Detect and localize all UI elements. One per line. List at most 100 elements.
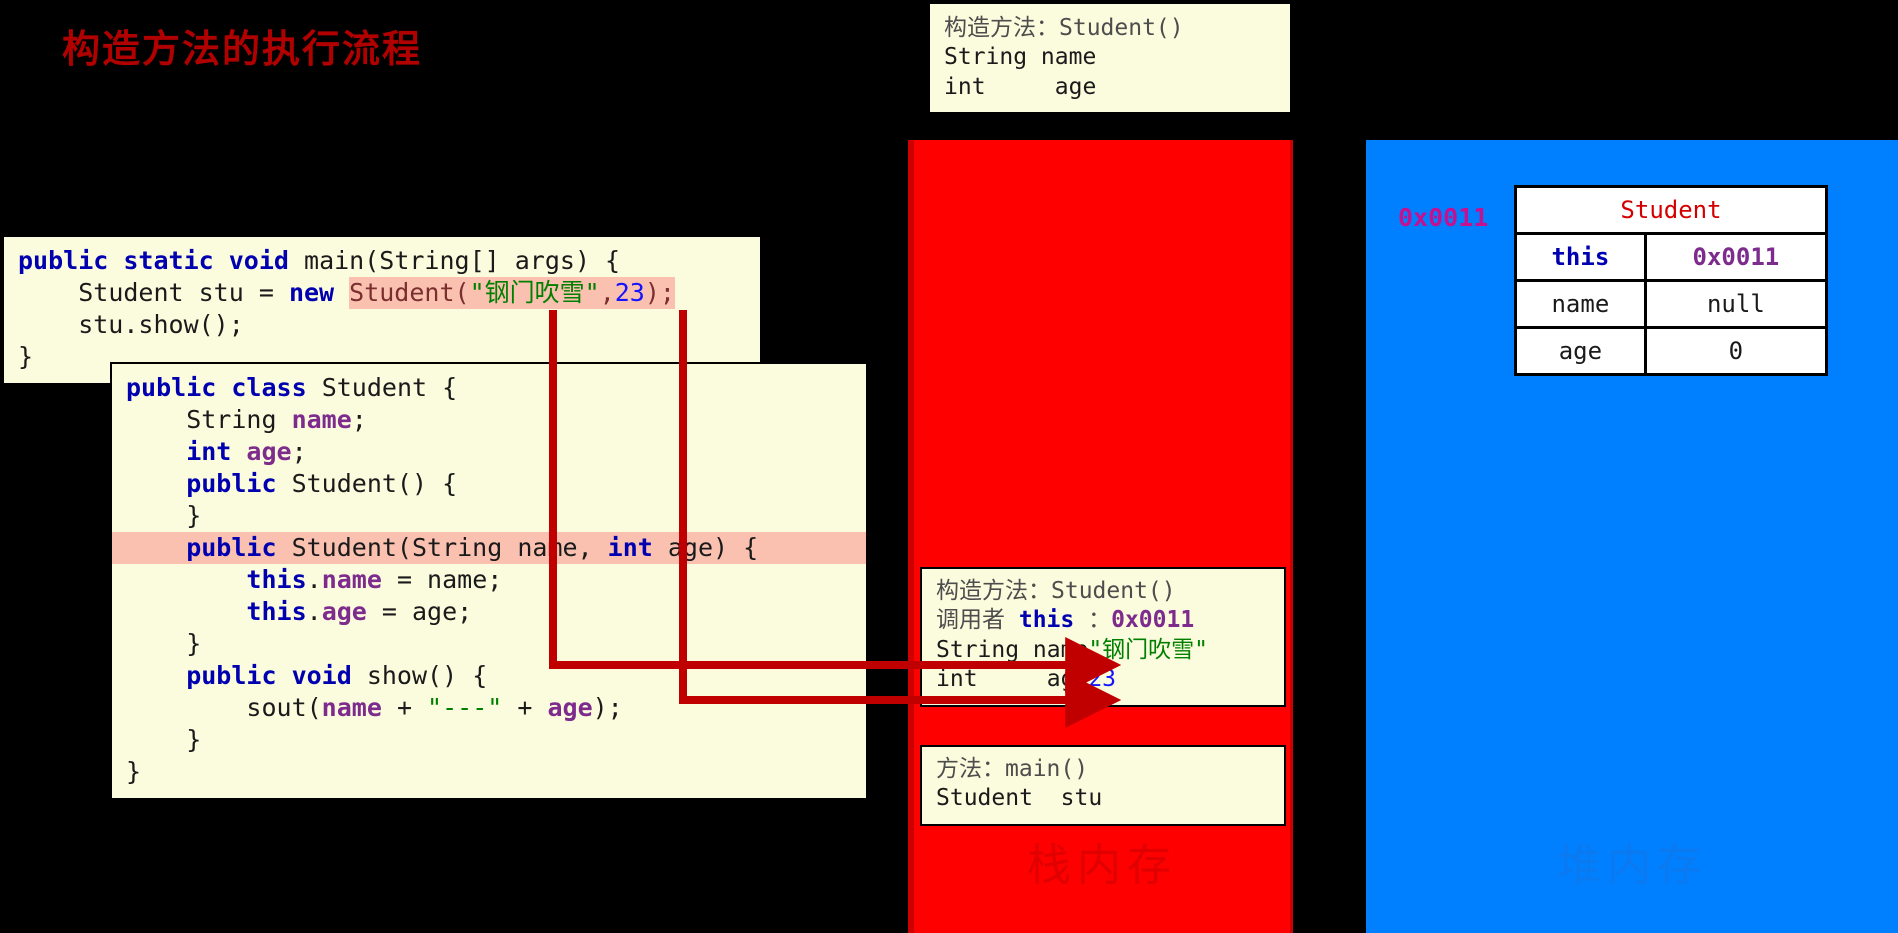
kw-public: public [18,246,109,275]
heap-object-type: Student [1514,185,1828,235]
field-age: age [321,597,367,626]
plus: + [381,693,428,722]
kw-static: static [123,246,214,275]
kw-class: class [231,373,307,402]
class-name: Student { [306,373,458,402]
param-ctor-signature: Student(String name, [276,533,608,562]
student-code-line-8: this.age = age; [126,596,852,628]
caller-this-keyword: this [1018,607,1075,634]
table-row-header: Student [1514,185,1828,235]
student-code-line-13: } [126,757,142,786]
kw-public: public [126,661,277,690]
student-code-line-7: this.name = name; [126,564,852,596]
separator-string: "---" [427,693,503,722]
method-area-line-name: String name [944,44,1097,71]
heap-field-key-name: name [1514,279,1647,329]
param-ctor-tail: age) { [652,533,759,562]
frame-ctor-caller: 调用者 this ：0x0011 [936,606,1270,635]
kw-public: public [126,469,277,498]
student-code-line-4: public Student() { [126,468,852,500]
new-student-call-highlight: Student("钢门吹雪",23); [349,277,675,309]
student-code-line-6-highlighted: public Student(String name, int age) { [112,532,866,564]
main-code-line-1: public static void main(String[] args) { [18,245,746,277]
heap-field-value-this: 0x0011 [1643,232,1829,282]
page-title: 构造方法的执行流程 [62,26,423,71]
kw-this: this [126,565,307,594]
kw-int: int [607,533,653,562]
semicolon: ; [351,405,367,434]
kw-this: this [126,597,307,626]
stu-declaration: Student stu = [78,278,289,307]
slide-canvas: 构造方法的执行流程 栈内存 堆内存 构造方法：Student() String n… [0,0,1898,933]
field-age: age [231,437,292,466]
default-ctor-signature: Student() { [276,469,458,498]
frame-main-title: 方法：main() [936,756,1089,782]
frame-main-line-1: Student stu [936,785,1103,812]
kw-public: public [126,533,277,562]
ctor-comma: , [599,278,615,307]
method-area-title: 构造方法：Student() [944,15,1184,41]
method-area-line-age: int age [944,73,1097,100]
type-string: String [126,405,292,434]
kw-int: int [126,437,232,466]
kw-void: void [276,661,352,690]
kw-public: public [126,373,217,402]
frame-ctor-title: 构造方法：Student() [936,578,1176,604]
frame-ctor-name-row: String name"钢门吹雪" [936,636,1270,665]
stack-memory-label: 栈内存 [1027,840,1177,891]
kw-void: void [228,246,289,275]
ctor-tail: ); [644,278,675,307]
method-area-card: 构造方法：Student() String name int age [928,2,1292,115]
student-class-code-card: public class Student { String name; int … [110,362,868,800]
student-code-line-12: } [126,725,202,754]
param-name-decl: String name [936,636,1089,663]
student-code-line-11: sout(name + "---" + age); [126,692,852,724]
param-name-value: "钢门吹雪" [1088,636,1209,663]
student-code-line-10: public void show() { [126,660,852,692]
table-row: name null [1514,279,1829,329]
kw-new: new [288,278,335,307]
student-code-line-1: public class Student { [126,372,852,404]
assign-age: = age; [366,597,473,626]
assign-name: = name; [381,565,503,594]
frame-ctor-age-row: int age23 [936,665,1270,694]
student-code-line-5: } [126,501,202,530]
main-code-line-2: Student stu = new Student("钢门吹雪",23); [18,277,746,309]
main-code-line-3: stu.show(); [18,310,244,339]
caller-separator: ： [1074,607,1112,634]
heap-memory-label: 堆内存 [1557,840,1707,891]
sout-call: sout( [126,693,322,722]
stack-frame-main: 方法：main() Student stu [920,745,1286,826]
heap-field-value-name: null [1643,279,1829,329]
dot: . [306,565,322,594]
dot: . [306,597,322,626]
stack-frame-constructor: 构造方法：Student() 调用者 this ：0x0011 String nam… [920,567,1286,707]
ctor-string-arg: "钢门吹雪" [469,278,600,307]
field-name: name [291,405,352,434]
heap-field-key-this: this [1514,232,1647,282]
plus: + [502,693,548,722]
heap-object-address-label: 0x0011 [1398,203,1489,232]
caller-label: 调用者 [936,607,1019,634]
student-code-line-3: int age; [126,436,852,468]
field-age: age [547,693,593,722]
table-row: this 0x0011 [1514,232,1829,282]
main-signature: main(String[] args) { [288,246,621,275]
param-age-decl: int age [936,666,1089,693]
semicolon: ; [291,437,307,466]
heap-field-key-age: age [1514,326,1647,376]
table-row: age 0 [1514,326,1829,376]
field-name: name [321,693,382,722]
ctor-number-arg: 23 [614,278,645,307]
student-code-line-9: } [126,629,202,658]
show-signature: show() { [351,661,488,690]
param-age-value: 23 [1088,666,1117,693]
heap-object-table: Student this 0x0011 name null age 0 [1514,185,1829,376]
student-code-line-2: String name; [126,404,852,436]
sout-tail: ); [592,693,623,722]
field-name: name [321,565,382,594]
ctor-name: Student( [349,278,470,307]
heap-field-value-age: 0 [1643,326,1829,376]
caller-address: 0x0011 [1111,607,1195,634]
